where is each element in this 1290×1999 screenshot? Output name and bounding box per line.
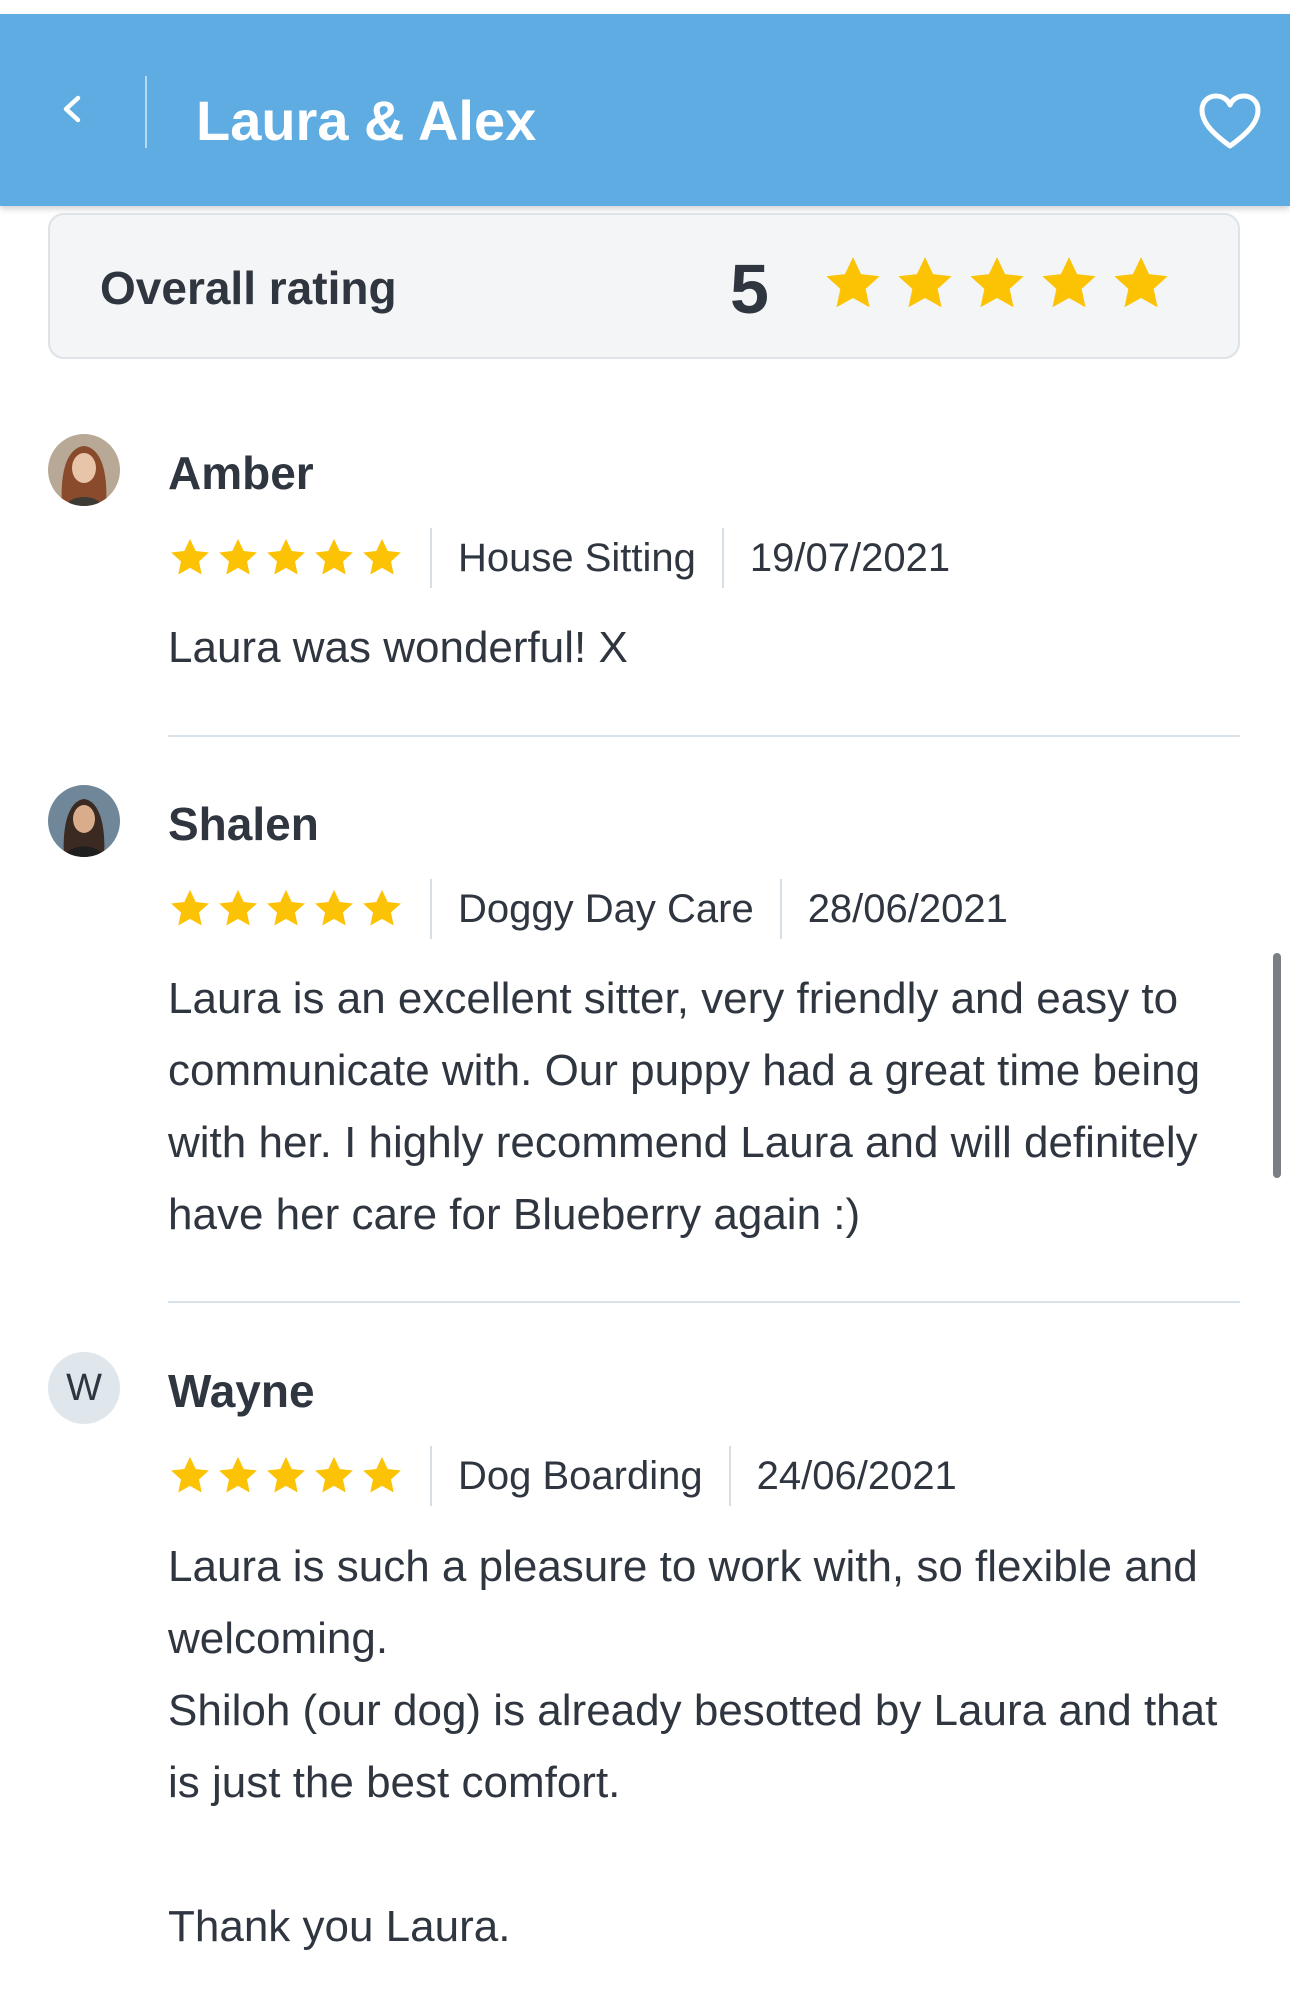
star-icon [267,1456,305,1493]
reviewer-photo [48,785,120,857]
review-divider [168,1301,1240,1303]
back-button[interactable] [50,86,96,132]
reviewer-initial: W [66,1366,102,1409]
review-date: 19/07/2021 [749,535,951,580]
star-icon [267,538,305,575]
meta-separator [728,1446,731,1506]
scrollbar[interactable] [1273,953,1281,1178]
review-divider [168,735,1240,737]
star-icon [315,1456,353,1493]
star-icon [315,889,353,926]
star-icon [363,538,401,575]
review-stars [168,1454,404,1498]
reviewer-avatar[interactable] [48,785,120,857]
star-icon [970,257,1024,308]
review-meta: Dog Boarding 24/06/2021 [168,1446,957,1506]
page-title: Laura & Alex [196,89,537,152]
meta-separator [721,528,724,588]
star-icon [171,889,209,926]
star-icon [219,1456,257,1493]
heart-icon [1199,93,1261,149]
star-icon [363,1456,401,1493]
meta-separator [779,879,782,939]
chevron-left-icon [63,95,81,123]
star-icon [171,1456,209,1493]
review-service: House Sitting [458,535,696,580]
overall-rating-score: 5 [730,250,769,328]
star-icon [171,538,209,575]
review-stars [168,536,404,580]
overall-rating-label: Overall rating [100,262,397,314]
star-icon [315,538,353,575]
review-service: Dog Boarding [458,1453,703,1498]
star-icon [1114,257,1168,308]
app-header: Laura & Alex [0,14,1290,206]
review-text: Laura is such a pleasure to work with, s… [168,1542,1218,1951]
reviewer-name: Shalen [168,798,319,850]
review-stars [168,887,404,931]
star-icon [363,889,401,926]
overall-rating-stars [822,253,1172,315]
review-meta: House Sitting 19/07/2021 [168,528,950,588]
review-date: 28/06/2021 [807,886,1008,931]
review-date: 24/06/2021 [756,1453,957,1498]
favorite-button[interactable] [1198,92,1262,152]
meta-separator [430,1446,432,1506]
header-divider [145,76,147,148]
reviewer-avatar[interactable] [48,434,120,506]
meta-separator [430,528,432,588]
review-text: Laura was wonderful! X [168,623,628,672]
star-icon [826,257,880,308]
star-icon [898,257,952,308]
reviewer-name: Amber [168,447,314,499]
star-icon [267,889,305,926]
reviewer-name: Wayne [168,1365,315,1417]
review-meta: Doggy Day Care 28/06/2021 [168,879,1008,939]
meta-separator [430,879,432,939]
reviewer-avatar[interactable]: W [48,1352,120,1424]
star-icon [219,889,257,926]
star-icon [219,538,257,575]
star-icon [1042,257,1096,308]
review-service: Doggy Day Care [458,886,754,931]
reviewer-photo [48,434,120,506]
overall-rating-card: Overall rating 5 [48,213,1240,359]
review-text: Laura is an excellent sitter, very frien… [168,974,1201,1239]
